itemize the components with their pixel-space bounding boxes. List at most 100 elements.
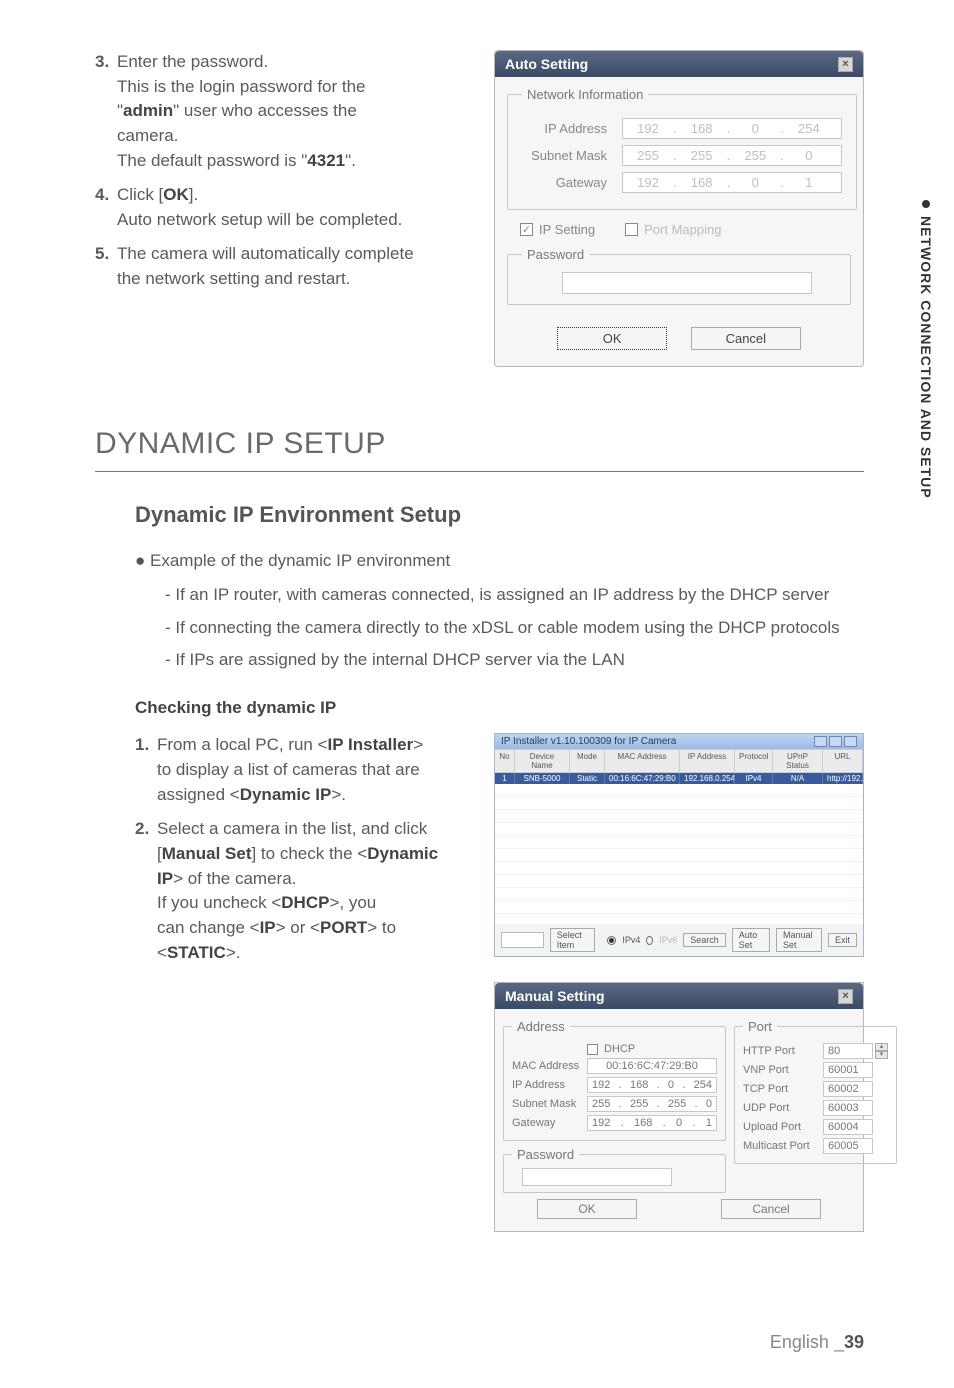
multicast-port-label: Multicast Port [743,1140,823,1152]
text-ip-installer: IP Installer [328,735,414,754]
password-input[interactable] [522,1168,672,1186]
text: >, you [329,893,376,912]
mac-address-field: 00:16:6C:47:29:B0 [587,1058,717,1074]
password-input[interactable] [562,272,812,294]
text: >. [331,785,346,804]
step-1-body: From a local PC, run <IP Installer> to d… [157,733,474,807]
dialog-title: Manual Setting [505,988,605,1004]
auto-set-button[interactable]: Auto Set [732,928,770,952]
dot-icon: . [780,175,784,190]
select-item-button[interactable]: Select Item [550,928,596,952]
section-heading: DYNAMIC IP SETUP [95,427,864,472]
text-dynamic-ip: Dynamic IP [240,785,332,804]
cell: 192.168.0.254 [680,773,735,784]
port-mapping-checkbox[interactable]: Port Mapping [625,222,721,237]
ip-address-field[interactable]: 192. 168. 0. 254 [622,118,842,139]
ip-octet: 0 [736,121,774,136]
ip-octet: 168 [683,121,721,136]
step-5-number: 5. [95,242,117,291]
dot-icon: . [727,148,731,163]
ip-setting-checkbox[interactable]: ✓ IP Setting [520,222,595,237]
text: " user who accesses the [173,101,357,120]
text-ip2: IP [260,918,276,937]
maximize-icon[interactable] [829,736,842,747]
ok-button[interactable]: OK [557,327,667,350]
dot-icon: . [673,148,677,163]
side-tab: NETWORK CONNECTION AND SETUP [918,200,934,499]
close-icon[interactable] [844,736,857,747]
col-protocol: Protocol [735,750,773,772]
dialog-titlebar: Auto Setting × [495,51,863,77]
gateway-field[interactable]: 192. 168. 0. 1 [587,1115,717,1131]
ip-octet: 254 [694,1079,712,1091]
footer-input[interactable] [501,932,544,948]
text: assigned < [157,785,240,804]
search-button[interactable]: Search [683,933,726,947]
dot-icon: . [619,1098,622,1110]
ip-address-field[interactable]: 192. 168. 0. 254 [587,1077,717,1093]
ipv6-radio[interactable] [646,936,653,945]
cancel-button[interactable]: Cancel [691,327,801,350]
subsubsection-heading: Checking the dynamic IP [135,698,864,718]
text-static: STATIC [167,943,226,962]
dot-icon: . [692,1117,695,1129]
tcp-port-field[interactable]: 60002 [823,1081,873,1097]
ip-octet: 168 [634,1117,652,1129]
dot-icon: . [682,1079,685,1091]
step-1-number: 1. [135,733,157,807]
ip-octet: 255 [630,1098,648,1110]
dot-icon: . [695,1098,698,1110]
text: > or < [276,918,320,937]
dhcp-checkbox[interactable] [587,1044,598,1055]
cell: IPv4 [735,773,773,784]
close-icon[interactable]: × [838,989,853,1004]
page-number: 39 [844,1332,864,1352]
exit-button[interactable]: Exit [828,933,857,947]
text: >. [226,943,241,962]
udp-port-field[interactable]: 60003 [823,1100,873,1116]
subnet-mask-field[interactable]: 255. 255. 255. 0 [622,145,842,166]
step-4-number: 4. [95,183,117,232]
ip-octet: 192 [592,1117,610,1129]
gateway-field[interactable]: 192. 168. 0. 1 [622,172,842,193]
ipv4-radio[interactable] [607,936,616,945]
vnp-port-field[interactable]: 60001 [823,1062,873,1078]
ip-octet: 168 [683,175,721,190]
cell: SNB-5000 [515,773,570,784]
ip-octet: 255 [668,1098,686,1110]
http-port-field[interactable]: 80 [823,1043,873,1059]
minimize-icon[interactable] [814,736,827,747]
ip-octet: 0 [668,1079,674,1091]
text-admin: admin [123,101,173,120]
col-mode: Mode [570,750,605,772]
ip-octet: 0 [706,1098,712,1110]
step-2-number: 2. [135,817,157,965]
bullet-icon [922,200,930,208]
text: > of the camera. [173,869,296,888]
table-row[interactable]: 1 SNB-5000 Static 00:16:6C:47:29:B0 192.… [495,773,863,784]
multicast-port-field[interactable]: 60005 [823,1138,873,1154]
upload-port-field[interactable]: 60004 [823,1119,873,1135]
subnet-mask-field[interactable]: 255. 255. 255. 0 [587,1096,717,1112]
cell: 1 [495,773,515,784]
port-mapping-label: Port Mapping [644,222,721,237]
ok-button[interactable]: OK [537,1199,637,1219]
subnet-mask-label: Subnet Mask [522,148,622,163]
ip-octet: 254 [790,121,828,136]
text: The camera will automatically complete [117,244,414,263]
address-legend: Address [512,1019,570,1034]
vnp-port-label: VNP Port [743,1064,823,1076]
ipv6-label: IPv6 [659,935,677,945]
dot-icon: . [657,1079,660,1091]
manual-set-button[interactable]: Manual Set [776,928,822,952]
dot-icon: . [780,121,784,136]
ip-octet: 192 [629,175,667,190]
cell: http://192.168.0.254/index.htm [823,773,863,784]
dot-icon: . [663,1117,666,1129]
ip-octet: 0 [736,175,774,190]
cell: Static [570,773,605,784]
spinner[interactable]: ▴▾ [875,1043,888,1059]
text: If you uncheck < [157,893,281,912]
close-icon[interactable]: × [838,57,853,72]
cancel-button[interactable]: Cancel [721,1199,821,1219]
